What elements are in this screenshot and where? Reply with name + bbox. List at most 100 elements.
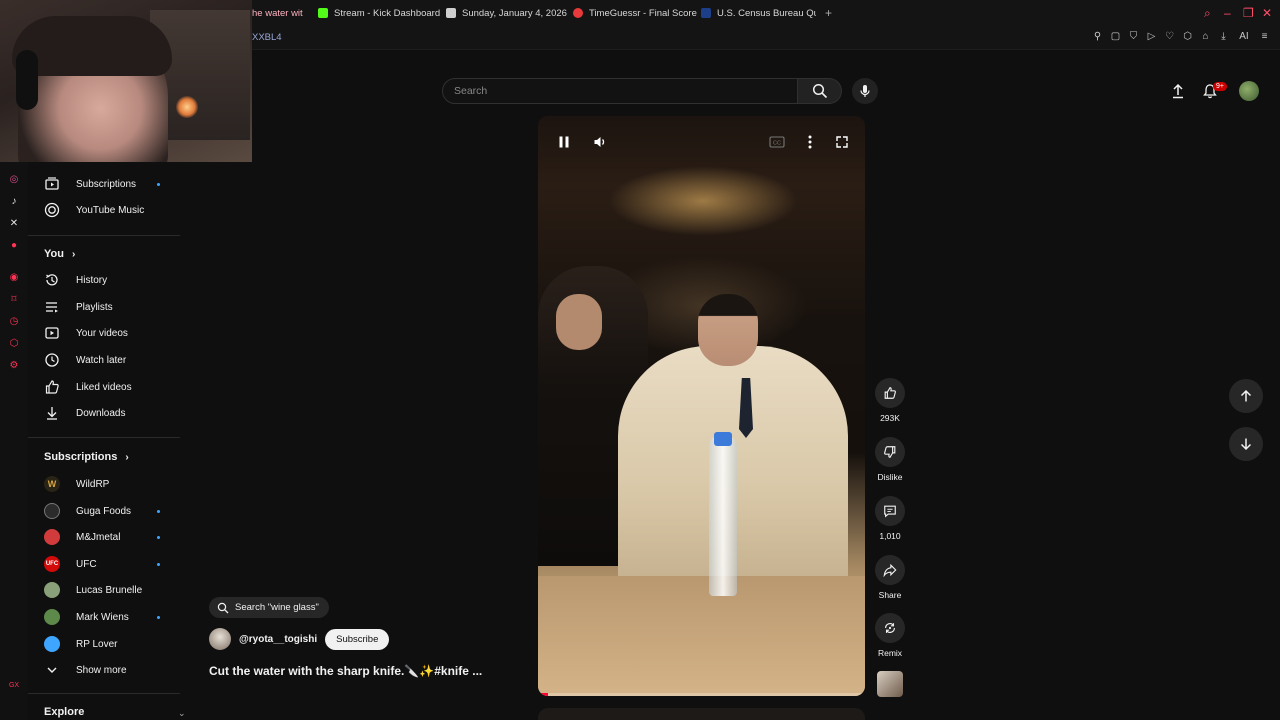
pause-button[interactable] — [553, 131, 575, 153]
census-icon — [701, 8, 711, 18]
channel-name[interactable]: @ryota__togishi — [239, 634, 317, 645]
remix-action[interactable]: Remix — [875, 613, 905, 658]
settings-icon[interactable]: ⚙ — [8, 360, 20, 372]
maximize-icon[interactable]: ❐ — [1243, 6, 1254, 20]
instagram-icon[interactable]: ◎ — [8, 174, 20, 186]
search-placeholder: Search — [454, 85, 488, 97]
sidebar-sub-guga-foods[interactable]: Guga Foods — [28, 498, 180, 524]
ufc-avatar: UFC — [44, 556, 60, 572]
remix-button[interactable] — [875, 613, 905, 643]
previous-short-button[interactable] — [1229, 379, 1263, 413]
plus-icon: + — [825, 6, 833, 20]
sound-thumbnail[interactable] — [877, 671, 903, 697]
upload-button[interactable] — [1169, 82, 1187, 100]
webcam-headset — [16, 50, 38, 110]
subscribe-button[interactable]: Subscribe — [325, 628, 390, 650]
tab-active[interactable]: he water wit — [252, 4, 306, 22]
gx-icon[interactable]: GX — [8, 680, 20, 692]
search-input[interactable]: Search — [442, 78, 798, 104]
new-content-dot — [157, 615, 160, 619]
extensions-icon[interactable]: ⬡ — [1182, 31, 1193, 42]
player-icon[interactable]: ◉ — [8, 272, 20, 284]
upload-icon — [1170, 83, 1186, 99]
your-videos-icon — [44, 325, 60, 341]
dislike-button[interactable] — [875, 437, 905, 467]
tab-kick-dashboard[interactable]: Stream - Kick Dashboard — [318, 4, 440, 22]
subscriptions-section-header[interactable]: Subscriptions › — [44, 451, 129, 463]
x-icon[interactable]: ✕ — [8, 218, 20, 230]
captions-button[interactable]: CC — [766, 131, 788, 153]
guga-foods-avatar — [44, 503, 60, 519]
extensions-rail-icon[interactable]: ⬡ — [8, 338, 20, 350]
share-button[interactable] — [875, 555, 905, 585]
play-icon[interactable]: ▷ — [1146, 31, 1157, 42]
like-action[interactable]: 293K — [875, 378, 905, 423]
youtube-icon[interactable]: ● — [8, 240, 20, 252]
thumbs-down-icon — [883, 445, 897, 459]
mark-wiens-avatar — [44, 609, 60, 625]
comments-button[interactable] — [875, 496, 905, 526]
tab-date[interactable]: Sunday, January 4, 2026 — [446, 4, 567, 22]
sidebar-sub-mjmetal[interactable]: M&Jmetal — [28, 524, 180, 550]
sidebar-item-downloads[interactable]: Downloads — [28, 400, 180, 426]
voice-search-button[interactable] — [852, 78, 878, 104]
volume-button[interactable] — [589, 131, 611, 153]
explore-section-header[interactable]: Explore — [44, 706, 84, 718]
short-title[interactable]: Cut the water with the sharp knife.🔪✨#kn… — [209, 664, 482, 678]
search-button[interactable] — [798, 78, 842, 104]
page-icon — [446, 8, 456, 18]
video-scene-head-center — [698, 294, 758, 366]
heart-icon[interactable]: ♡ — [1164, 31, 1175, 42]
related-search-chip[interactable]: Search "wine glass" — [209, 597, 329, 618]
sidebar-show-more[interactable]: Show more — [28, 657, 180, 683]
kick-icon — [318, 8, 328, 18]
video-scene-table — [538, 576, 865, 696]
dislike-action[interactable]: Dislike — [875, 437, 905, 482]
download-icon[interactable]: ⤓ — [1218, 31, 1229, 42]
close-icon[interactable]: ✕ — [1262, 6, 1272, 20]
sidebar-sub-lucas-brunelle[interactable]: Lucas Brunelle — [28, 577, 180, 603]
tab-census[interactable]: U.S. Census Bureau Quick — [701, 4, 816, 22]
new-tab-button[interactable]: + — [825, 4, 832, 22]
minimize-icon[interactable]: – — [1224, 6, 1231, 20]
search-icon — [217, 602, 229, 614]
sidebar-sub-rp-lover[interactable]: RP Lover — [28, 631, 180, 657]
new-content-dot — [157, 182, 160, 186]
next-short-button[interactable] — [1229, 427, 1263, 461]
sidebar-item-liked-videos[interactable]: Liked videos — [28, 374, 180, 400]
menu-icon[interactable]: ≡ — [1259, 31, 1270, 42]
more-options-button[interactable] — [799, 131, 821, 153]
sidebar-sub-mark-wiens[interactable]: Mark Wiens — [28, 604, 180, 630]
pin-icon[interactable]: ⚲ — [1092, 31, 1103, 42]
sidebar-item-youtube-music[interactable]: YouTube Music — [28, 197, 180, 223]
sidebar-item-subscriptions[interactable]: Subscriptions — [28, 171, 180, 197]
video-progress-bar[interactable] — [538, 693, 865, 696]
video-scene-face-left — [556, 294, 602, 350]
sidebar-item-playlists[interactable]: Playlists — [28, 294, 180, 320]
like-button[interactable] — [875, 378, 905, 408]
tiktok-icon[interactable]: ♪ — [8, 196, 20, 208]
sidebar-sub-wildrp[interactable]: W WildRP — [28, 471, 180, 497]
ai-icon[interactable]: AI — [1236, 31, 1252, 42]
bookmark-icon[interactable]: ⌑ — [8, 294, 20, 306]
sidebar-item-history[interactable]: History — [28, 267, 180, 293]
short-video-player[interactable]: CC — [538, 116, 865, 696]
comments-action[interactable]: 1,010 — [875, 496, 905, 541]
fullscreen-button[interactable] — [831, 131, 853, 153]
sidebar-item-label: M&Jmetal — [76, 531, 121, 543]
scroll-down-icon[interactable]: ⌄ — [178, 708, 186, 719]
you-section-header[interactable]: You › — [44, 248, 75, 260]
shield-icon[interactable]: ⛉ — [1128, 31, 1139, 42]
search-tabs-icon[interactable]: ⌕ — [1204, 6, 1211, 21]
channel-avatar[interactable] — [209, 628, 231, 650]
account-avatar[interactable] — [1239, 81, 1259, 101]
sidebar-item-watch-later[interactable]: Watch later — [28, 347, 180, 373]
screenshot-icon[interactable]: ▢ — [1110, 31, 1121, 42]
share-action[interactable]: Share — [875, 555, 905, 600]
wallet-icon[interactable]: ⌂ — [1200, 31, 1211, 42]
tab-timeguessr[interactable]: TimeGuessr - Final Score — [573, 4, 697, 22]
history-rail-icon[interactable]: ◷ — [8, 316, 20, 328]
sidebar-sub-ufc[interactable]: UFC UFC — [28, 551, 180, 577]
sidebar-item-your-videos[interactable]: Your videos — [28, 320, 180, 346]
tab-label: U.S. Census Bureau Quick — [717, 7, 816, 19]
